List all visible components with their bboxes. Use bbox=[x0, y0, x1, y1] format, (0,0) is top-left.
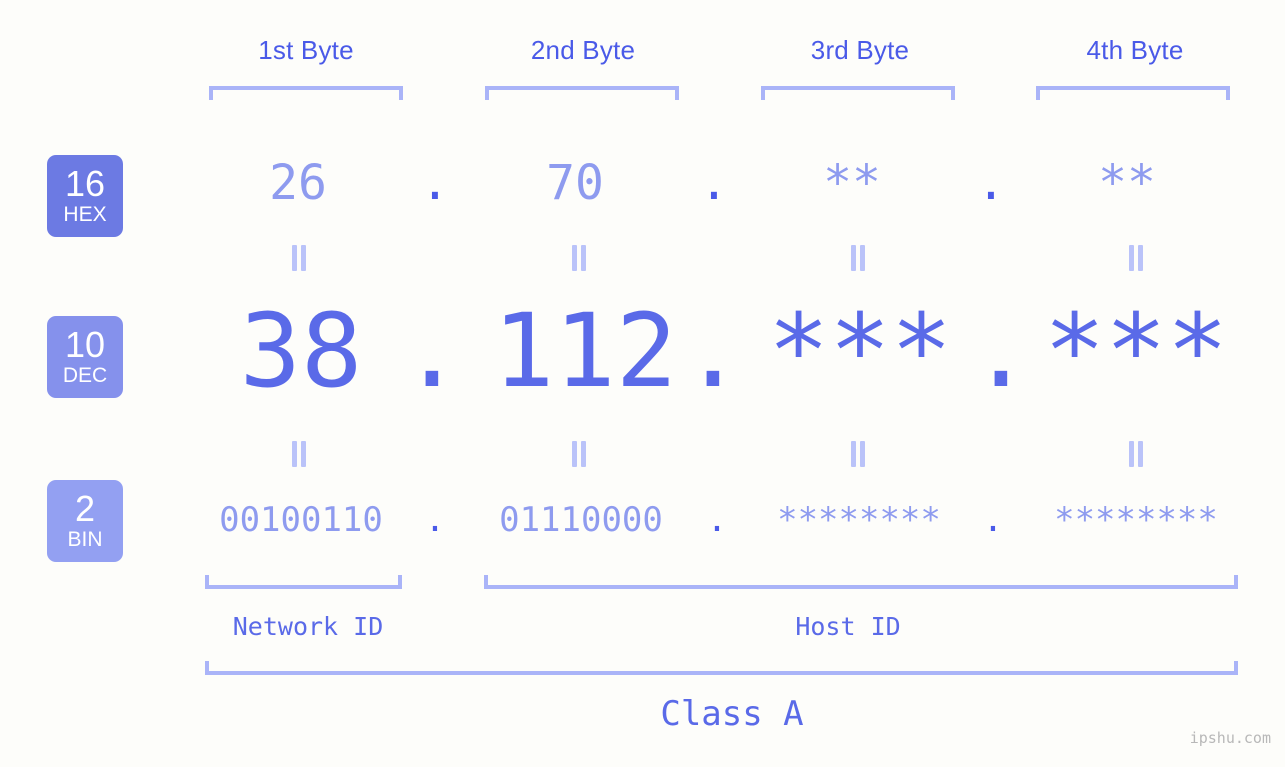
base-badge-hex-name: HEX bbox=[63, 202, 107, 226]
equals-icon-hex-dec-3 bbox=[847, 245, 869, 271]
byte-header-1: 1st Byte bbox=[258, 35, 354, 65]
base-badge-bin: 2 BIN bbox=[47, 480, 123, 562]
hex-separator-3: . bbox=[976, 155, 1006, 211]
ip-breakdown-canvas: 1st Byte 2nd Byte 3rd Byte 4th Byte 16 H… bbox=[0, 0, 1285, 767]
equals-icon-dec-bin-1 bbox=[288, 441, 310, 467]
byte-bracket-3 bbox=[761, 86, 955, 100]
base-badge-bin-name: BIN bbox=[67, 527, 103, 551]
base-badge-dec-number: 10 bbox=[64, 323, 106, 365]
hex-separator-2: . bbox=[699, 155, 729, 211]
network-id-bracket bbox=[205, 575, 402, 589]
host-id-bracket bbox=[484, 575, 1238, 589]
class-bracket bbox=[205, 661, 1238, 675]
base-badge-dec-name: DEC bbox=[62, 363, 108, 387]
dec-byte-2: 112 bbox=[492, 292, 678, 411]
hex-byte-1: 26 bbox=[269, 155, 327, 211]
bin-byte-4: ******** bbox=[1054, 500, 1218, 540]
dec-byte-3: *** bbox=[767, 292, 953, 411]
equals-icon-hex-dec-1 bbox=[288, 245, 310, 271]
byte-bracket-2 bbox=[485, 86, 679, 100]
site-watermark: ipshu.com bbox=[1189, 729, 1271, 747]
bin-separator-1: . bbox=[424, 500, 446, 540]
byte-header-2: 2nd Byte bbox=[530, 35, 636, 65]
byte-header-4: 4th Byte bbox=[1086, 35, 1184, 65]
base-badge-bin-number: 2 bbox=[74, 487, 96, 529]
base-badge-hex-number: 16 bbox=[64, 162, 106, 204]
byte-header-3: 3rd Byte bbox=[810, 35, 910, 65]
hex-separator-1: . bbox=[420, 155, 450, 211]
host-id-label: Host ID bbox=[795, 612, 901, 641]
class-label: Class A bbox=[660, 694, 804, 734]
bin-byte-1: 00100110 bbox=[219, 500, 383, 540]
hex-byte-3: ** bbox=[823, 155, 881, 211]
equals-icon-dec-bin-4 bbox=[1125, 441, 1147, 467]
equals-icon-hex-dec-4 bbox=[1125, 245, 1147, 271]
dec-byte-1: 38 bbox=[239, 292, 363, 411]
dec-byte-4: *** bbox=[1043, 292, 1229, 411]
hex-byte-4: ** bbox=[1098, 155, 1156, 211]
base-badge-hex: 16 HEX bbox=[47, 155, 123, 237]
equals-icon-dec-bin-2 bbox=[568, 441, 590, 467]
equals-icon-hex-dec-2 bbox=[568, 245, 590, 271]
bin-byte-2: 01110000 bbox=[499, 500, 663, 540]
bin-separator-2: . bbox=[706, 500, 728, 540]
base-badge-dec: 10 DEC bbox=[47, 316, 123, 398]
byte-bracket-1 bbox=[209, 86, 403, 100]
bin-separator-3: . bbox=[982, 500, 1004, 540]
byte-bracket-4 bbox=[1036, 86, 1230, 100]
equals-icon-dec-bin-3 bbox=[847, 441, 869, 467]
dec-separator-1: . bbox=[401, 292, 463, 411]
bin-byte-3: ******** bbox=[777, 500, 941, 540]
hex-byte-2: 70 bbox=[546, 155, 604, 211]
network-id-label: Network ID bbox=[232, 612, 384, 641]
